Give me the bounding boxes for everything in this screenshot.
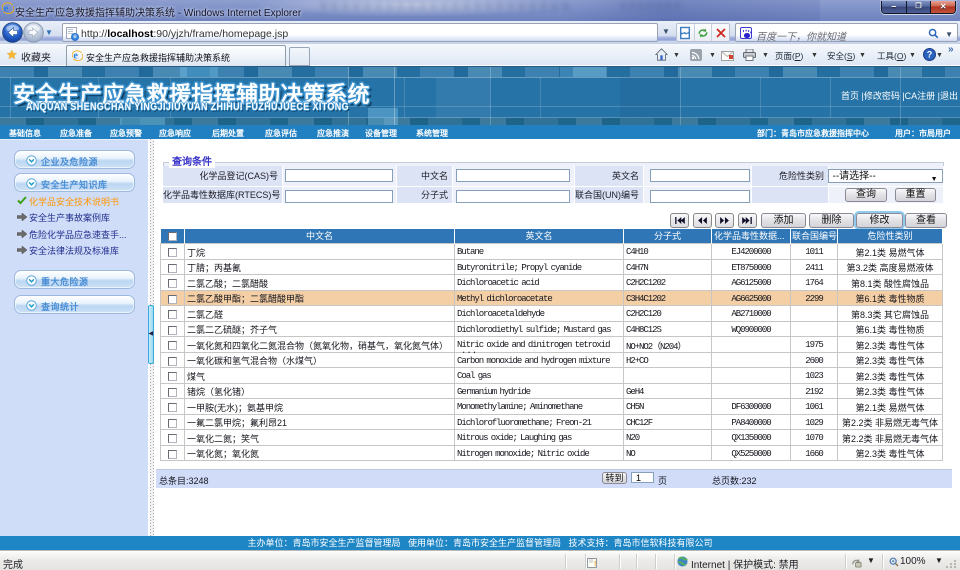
svg-text:!: ! — [594, 561, 596, 568]
svg-text:?: ? — [927, 50, 933, 60]
